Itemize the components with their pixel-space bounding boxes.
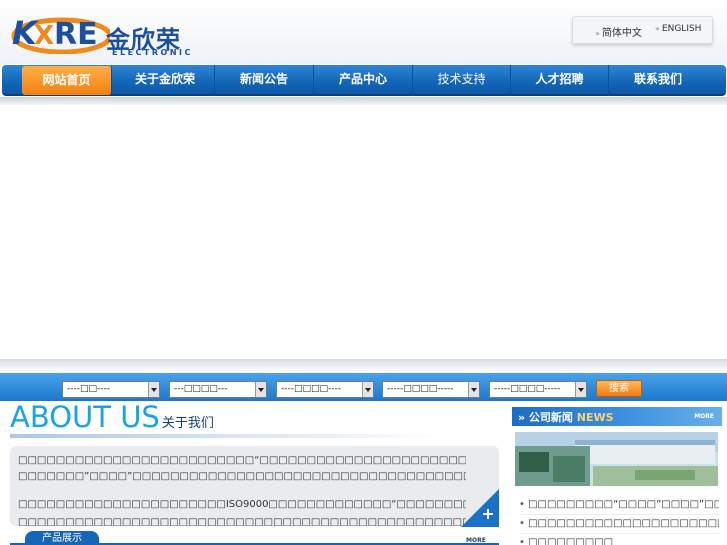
chevron-down-icon [255, 382, 266, 397]
search-select-4[interactable]: -----□□□□----- [382, 381, 480, 398]
svg-text:X: X [34, 21, 54, 51]
kxre-logo-mark-icon: K X RE [11, 14, 110, 54]
chevron-down-icon [468, 382, 479, 397]
news-title-en: NEWS [576, 411, 614, 424]
nav-item-news[interactable]: 新闻公告 [215, 65, 314, 96]
logo-subtext: ELECTRONIC [112, 48, 193, 57]
about-paragraph-4: □□□□□□□□□□□□□□□□□□□□□□□□□□□□□□□□□□□□□□□□… [18, 517, 466, 526]
search-select-1[interactable]: ----□□---- [62, 381, 160, 398]
banner-bottom-strip [0, 359, 727, 373]
nav-item-about[interactable]: 关于金欣荣 [116, 65, 215, 96]
chevron-down-icon [362, 382, 373, 397]
about-divider [10, 434, 440, 438]
news-title: » 公司新闻 [518, 411, 573, 424]
about-paragraph-3: □□□□□□□□□□□□□□□□□□□□□□ISO9000□□□□□□□□□□□… [18, 499, 466, 510]
search-select-2[interactable]: ---□□□□--- [169, 381, 267, 398]
news-list: □□□□□□□□□“□□□□”□□□□”□□□□”□ □□□□□□□□□□□□□… [519, 496, 719, 545]
search-select-3-value: ----□□□□---- [281, 384, 341, 394]
factory-photo [515, 432, 718, 486]
news-header: » 公司新闻 NEWS MORE [512, 407, 722, 426]
search-select-5-value: -----□□□□----- [494, 384, 561, 394]
about-title-cn: 关于我们 [161, 416, 214, 431]
company-logo[interactable]: K X RE 金欣荣 ELECTRONIC [10, 6, 190, 60]
about-paragraph-1: □□□□□□□□□□□□□□□□□□□□□□□□□“□□□□□□□□□□□□□□… [18, 455, 466, 466]
news-item[interactable]: □□□□□□□□□“□□□□”□□□□”□□□□”□ [519, 496, 719, 515]
search-select-2-value: ---□□□□--- [174, 384, 228, 394]
chevron-down-icon [148, 382, 159, 397]
nav-item-home[interactable]: 网站首页 [22, 66, 112, 95]
about-heading: ABOUT US 关于我们 [10, 400, 214, 434]
news-more-link[interactable]: MORE [694, 413, 714, 420]
lang-english-link[interactable]: ENGLISH [655, 24, 702, 34]
news-item[interactable]: □□□□□□□□□□□□□□□□□□□□□□□□□□□□□□□□□□□□ [519, 515, 719, 534]
search-button[interactable]: 搜索 [596, 380, 642, 397]
nav-item-products[interactable]: 产品中心 [314, 65, 413, 96]
about-paragraph-2: □□□□□□□”□□□□”□□□□□□□□□□□□□□□□□□□□□□□□□□□… [18, 471, 466, 482]
lang-chinese-link[interactable]: 简体中文 [595, 24, 642, 39]
about-text-box: □□□□□□□□□□□□□□□□□□□□□□□□□“□□□□□□□□□□□□□□… [10, 446, 499, 526]
nav-item-contact[interactable]: 联系我们 [609, 65, 707, 96]
search-select-5[interactable]: -----□□□□----- [489, 381, 587, 398]
main-nav: 网站首页 关于金欣荣 新闻公告 产品中心 技术支持 人才招聘 联系我们 [2, 65, 726, 96]
search-select-4-value: -----□□□□----- [387, 384, 454, 394]
search-select-3[interactable]: ----□□□□---- [276, 381, 374, 398]
banner-area [0, 105, 727, 359]
search-select-1-value: ----□□---- [67, 384, 110, 394]
search-bar: ----□□---- ---□□□□--- ----□□□□---- -----… [0, 373, 727, 401]
nav-item-support[interactable]: 技术支持 [413, 65, 511, 96]
chevron-down-icon [575, 382, 586, 397]
nav-item-careers[interactable]: 人才招聘 [511, 65, 609, 96]
news-item[interactable]: □□□□□□□□□ [519, 534, 719, 545]
about-title-en: ABOUT US [10, 400, 160, 434]
svg-text:RE: RE [54, 17, 98, 52]
language-switcher: 简体中文 ENGLISH [572, 16, 713, 44]
expand-plus-icon[interactable] [461, 489, 499, 527]
header: K X RE 金欣荣 ELECTRONIC 简体中文 ENGLISH [0, 0, 727, 64]
nav-shadow-strip [0, 97, 727, 105]
